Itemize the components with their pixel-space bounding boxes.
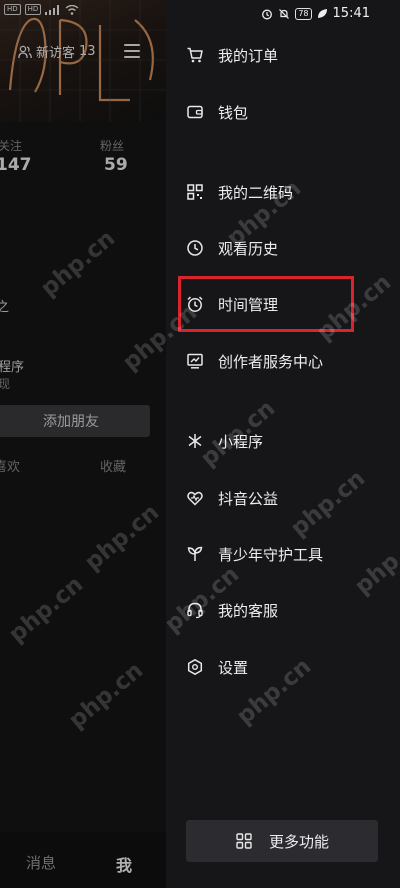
- alarm-status-icon: [262, 9, 273, 19]
- drawer-overlay-scrim[interactable]: [0, 0, 166, 888]
- visitors-icon: [18, 45, 32, 58]
- profile-page-background: HD HD 新访客 13 关注 147 粉丝 59 之 程序 现 添加朋友 喜欢…: [0, 0, 166, 888]
- status-bar-left: HD HD: [4, 4, 79, 15]
- followers-count[interactable]: 59: [104, 155, 128, 175]
- menu-item-label: 抖音公益: [218, 489, 279, 508]
- more-features-button[interactable]: 更多功能: [186, 820, 378, 862]
- menu-item-label: 我的客服: [218, 601, 279, 620]
- visitors-label: 新访客: [36, 46, 76, 61]
- more-features-label: 更多功能: [268, 832, 329, 851]
- settings-hexagon-icon: [187, 659, 203, 675]
- menu-item-creator-center[interactable]: 创作者服务中心: [186, 345, 323, 377]
- profile-banner: HD HD 新访客 13: [0, 0, 166, 122]
- hd-badge: HD: [24, 4, 42, 15]
- mute-bell-icon: [279, 8, 290, 19]
- menu-item-label: 青少年守护工具: [218, 545, 324, 564]
- charity-heart-icon: [187, 491, 203, 506]
- menu-item-charity[interactable]: 抖音公益: [186, 482, 278, 514]
- mini-program-partial-sub: 现: [0, 377, 11, 391]
- following-label: 关注: [0, 139, 23, 153]
- new-visitors-button[interactable]: 新访客 13: [18, 42, 96, 61]
- cart-icon: [187, 47, 203, 63]
- hamburger-menu-icon[interactable]: [124, 44, 140, 58]
- status-bar-right: 78 15:41: [261, 6, 370, 21]
- menu-item-youth-protection[interactable]: 青少年守护工具: [186, 538, 323, 570]
- hd-badge: HD: [4, 4, 21, 15]
- nav-me[interactable]: 我: [116, 852, 132, 876]
- neon-sign-image: [0, 0, 166, 122]
- grid-apps-icon: [236, 833, 252, 849]
- menu-item-settings[interactable]: 设置: [186, 651, 248, 683]
- signal-icon: [45, 4, 60, 15]
- bottom-nav-bar: [0, 832, 166, 888]
- following-count[interactable]: 147: [0, 155, 32, 175]
- menu-item-label: 钱包: [218, 103, 249, 122]
- history-icon: [187, 240, 203, 256]
- menu-item-wallet[interactable]: 钱包: [186, 96, 248, 128]
- wallet-icon: [187, 105, 203, 119]
- menu-item-label: 创作者服务中心: [218, 352, 324, 371]
- nav-messages[interactable]: 消息: [26, 852, 56, 873]
- visitors-count: 13: [79, 44, 96, 59]
- wifi-icon: [65, 4, 79, 15]
- battery-indicator: 78: [295, 7, 312, 20]
- followers-label: 粉丝: [100, 139, 125, 153]
- sprout-icon: [187, 546, 203, 561]
- menu-item-label: 设置: [218, 658, 249, 677]
- status-time: 15:41: [332, 6, 370, 21]
- add-friend-label: 添加朋友: [43, 414, 99, 430]
- menu-item-label: 我的订单: [218, 46, 279, 65]
- creator-chart-icon: [187, 353, 203, 369]
- menu-item-my-orders[interactable]: 我的订单: [186, 39, 278, 71]
- tab-likes[interactable]: 喜欢: [0, 456, 20, 475]
- tab-favorites[interactable]: 收藏: [100, 456, 126, 475]
- qrcode-icon: [187, 184, 203, 200]
- profile-partial-text: 之: [0, 300, 10, 315]
- add-friend-button[interactable]: 添加朋友: [0, 405, 150, 437]
- mini-program-partial-text: 程序: [0, 360, 25, 375]
- leaf-icon: [317, 9, 327, 18]
